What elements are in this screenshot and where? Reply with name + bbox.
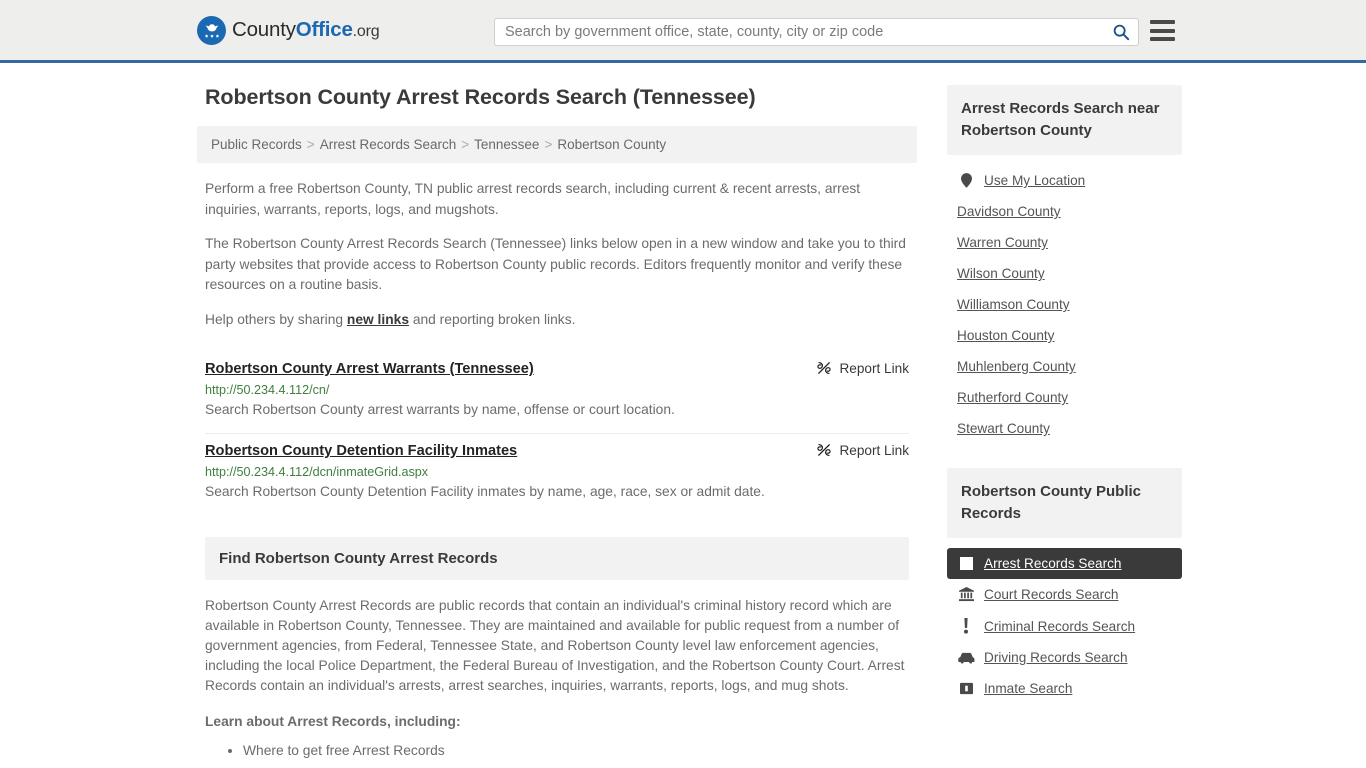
search-bar[interactable] [494, 18, 1139, 46]
use-my-location-label: Use My Location [984, 173, 1086, 188]
sidebar-item-label: Criminal Records Search [984, 618, 1136, 634]
exclamation-icon [957, 618, 975, 634]
find-records-paragraph: Robertson County Arrest Records are publ… [205, 598, 905, 693]
result-description: Search Robertson County Detention Facili… [205, 484, 765, 499]
breadcrumb-separator: > [461, 137, 470, 152]
nearby-county-muhlenberg[interactable]: Muhlenberg County [947, 351, 1182, 382]
intro-paragraph-1: Perform a free Robertson County, TN publ… [205, 181, 861, 217]
find-records-body: Robertson County Arrest Records are publ… [197, 596, 917, 768]
result-url: http://50.234.4.112/dcn/inmateGrid.aspx [205, 465, 429, 479]
report-link-label: Report Link [839, 360, 909, 376]
sidebar: Arrest Records Search near Robertson Cou… [947, 85, 1182, 728]
learn-about-heading: Learn about Arrest Records, including: [205, 714, 461, 729]
sidebar-item-court-records-search[interactable]: Court Records Search [947, 579, 1182, 610]
hamburger-bar [1150, 37, 1175, 41]
result-url: http://50.234.4.112/cn/ [205, 383, 330, 397]
result-title-link[interactable]: Robertson County Arrest Warrants (Tennes… [205, 361, 534, 377]
logo-word-county: County [232, 18, 296, 41]
nearby-county-davidson[interactable]: Davidson County [947, 196, 1182, 227]
breadcrumb-item-arrest-records-search[interactable]: Arrest Records Search [320, 137, 457, 152]
sidebar-item-driving-records-search[interactable]: Driving Records Search [947, 642, 1182, 673]
sidebar-item-inmate-search[interactable]: Inmate Search [947, 673, 1182, 704]
share-text-after: and reporting broken links. [409, 311, 576, 327]
nearby-county-wilson[interactable]: Wilson County [947, 258, 1182, 289]
nearby-county-rutherford[interactable]: Rutherford County [947, 382, 1182, 413]
page-title: Robertson County Arrest Records Search (… [205, 85, 756, 109]
hamburger-bar [1150, 20, 1175, 24]
share-text-before: Help others by sharing [205, 311, 347, 327]
find-records-heading: Find Robertson County Arrest Records [205, 537, 909, 580]
hamburger-bar [1150, 28, 1175, 33]
nearby-county-williamson[interactable]: Williamson County [947, 289, 1182, 320]
broken-link-icon [817, 443, 832, 457]
search-button[interactable] [1104, 19, 1138, 45]
broken-link-icon [817, 361, 832, 375]
content-container: Robertson County Arrest Records Search (… [197, 85, 1182, 768]
breadcrumb-item-robertson-county[interactable]: Robertson County [557, 137, 666, 152]
sidebar-item-label: Court Records Search [984, 587, 1119, 602]
eagle-stars-seal-icon [197, 15, 226, 45]
public-records-list: Arrest Records Search Court Records Sear… [947, 548, 1182, 704]
new-links-link[interactable]: new links [347, 312, 409, 327]
nearby-county-warren[interactable]: Warren County [947, 227, 1182, 258]
map-pin-icon [957, 173, 975, 188]
breadcrumb-separator: > [306, 137, 315, 152]
site-logo[interactable]: CountyOffice.org [197, 15, 380, 45]
intro-paragraph-2: The Robertson County Arrest Records Sear… [205, 236, 906, 292]
intro-text: Perform a free Robertson County, TN publ… [197, 179, 917, 330]
sidebar-item-criminal-records-search[interactable]: Criminal Records Search [947, 610, 1182, 642]
intro-paragraph-3: Help others by sharing new links and rep… [205, 310, 909, 331]
hamburger-menu-icon[interactable] [1150, 20, 1175, 41]
result-list: Robertson County Arrest Warrants (Tennes… [197, 352, 917, 515]
report-link-button[interactable]: Report Link [816, 442, 909, 458]
search-input[interactable] [495, 19, 1104, 45]
main-column: Robertson County Arrest Records Search (… [197, 85, 917, 768]
breadcrumb-separator: > [544, 137, 553, 152]
result-item: Robertson County Arrest Warrants (Tennes… [205, 352, 909, 434]
breadcrumb: Public Records > Arrest Records Search > Ten… [197, 126, 917, 163]
white-square-icon [957, 557, 975, 570]
page-body: Robertson County Arrest Records Search (… [0, 63, 1366, 768]
public-records-panel: Robertson County Public Records Arrest R… [947, 468, 1182, 704]
public-records-heading: Robertson County Public Records [947, 468, 1182, 538]
result-description: Search Robertson County arrest warrants … [205, 402, 675, 417]
breadcrumb-item-tennessee[interactable]: Tennessee [474, 137, 539, 152]
report-link-label: Report Link [839, 442, 909, 458]
jail-building-icon [957, 682, 975, 695]
nearby-counties-list: Use My Location Davidson County Warren C… [947, 165, 1182, 444]
nearby-counties-panel: Arrest Records Search near Robertson Cou… [947, 85, 1182, 444]
sidebar-item-arrest-records-search[interactable]: Arrest Records Search [947, 548, 1182, 579]
nearby-county-stewart[interactable]: Stewart County [947, 413, 1182, 444]
result-title-link[interactable]: Robertson County Detention Facility Inma… [205, 443, 517, 459]
nearby-counties-heading: Arrest Records Search near Robertson Cou… [947, 85, 1182, 155]
list-item: Where to get free Arrest Records [243, 741, 909, 761]
result-item: Robertson County Detention Facility Inma… [205, 434, 909, 515]
logo-word-org: .org [352, 23, 380, 40]
car-icon [957, 652, 975, 664]
report-link-button[interactable]: Report Link [816, 360, 909, 376]
breadcrumb-item-public-records[interactable]: Public Records [211, 137, 302, 152]
sidebar-item-label: Driving Records Search [984, 650, 1128, 665]
sidebar-item-label: Arrest Records Search [984, 556, 1122, 571]
search-icon [1113, 24, 1130, 41]
site-header: CountyOffice.org [0, 0, 1366, 63]
logo-word-office: Office [295, 18, 353, 41]
nearby-county-houston[interactable]: Houston County [947, 320, 1182, 351]
learn-about-list: Where to get free Arrest Records How to … [205, 741, 909, 768]
sidebar-item-label: Inmate Search [984, 681, 1073, 696]
logo-wordmark: CountyOffice.org [232, 18, 380, 42]
use-my-location-link[interactable]: Use My Location [947, 165, 1182, 196]
list-item: How to find Robertson County mugshots on… [243, 764, 909, 768]
courthouse-icon [957, 587, 975, 602]
